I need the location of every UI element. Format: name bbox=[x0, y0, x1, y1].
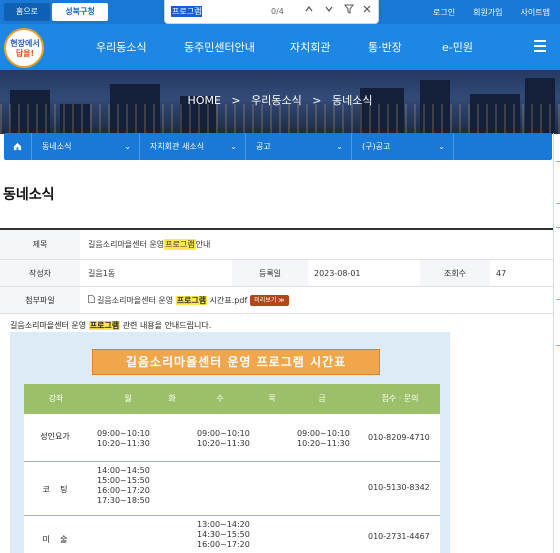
find-bar: 프로그램 0/4 bbox=[164, 0, 379, 24]
breadcrumb-news[interactable]: 우리동소식 bbox=[251, 94, 302, 107]
search-highlight: 프로그램 bbox=[164, 239, 196, 250]
post-title-prefix: 길음소리마을센터 운영 bbox=[88, 240, 165, 249]
schedule-table: 강좌 월 화 수 목 금 접수 · 문의 성인요가 09:00~10:10 10:… bbox=[24, 384, 440, 553]
nav-item-leaders[interactable]: 통·반장 bbox=[368, 39, 428, 55]
hamburger-icon[interactable] bbox=[534, 40, 546, 52]
preview-button[interactable]: 미리보기 ≫ bbox=[250, 294, 289, 306]
post-title-row: 제목 길음소리마을센터 운영 프로그램 안내 bbox=[0, 230, 553, 260]
post-title: 길음소리마을센터 운영 프로그램 안내 bbox=[88, 230, 548, 259]
site-logo[interactable]: 현장에서 답을! bbox=[4, 28, 44, 68]
chevron-down-icon: ⌄ bbox=[124, 142, 131, 151]
breadcrumb-separator: > bbox=[312, 94, 322, 107]
sub-nav: 동네소식 ⌄ 자치회관 새소식 ⌄ 공고 ⌄ (구)공고 ⌄ bbox=[4, 133, 552, 160]
breadcrumb-home[interactable]: HOME bbox=[188, 94, 221, 107]
schedule-times-wed: 09:00~10:10 10:20~11:30 bbox=[197, 429, 250, 448]
signup-link[interactable]: 회원가입 bbox=[473, 7, 502, 18]
subnav-label: 자치회관 새소식 bbox=[150, 142, 205, 151]
subnav-label: 동네소식 bbox=[42, 142, 72, 151]
date-label: 등록일 bbox=[232, 260, 308, 286]
sitemap-link[interactable]: 사이트맵 bbox=[521, 7, 550, 18]
breadcrumb-current: 동네소식 bbox=[331, 94, 373, 107]
attachment-value: 길음소리마을센터 운영 프로그램 시간표.pdf 미리보기 ≫ bbox=[88, 287, 548, 313]
subnav-dropdown-news[interactable]: 동네소식 ⌄ bbox=[32, 133, 140, 160]
nav-item-hall[interactable]: 자치회관 bbox=[290, 39, 350, 55]
chevron-down-icon: ⌄ bbox=[230, 142, 237, 151]
find-match-count: 0/4 bbox=[271, 7, 284, 16]
attachment-name-suffix: 시간표.pdf bbox=[207, 295, 248, 305]
login-link[interactable]: 로그인 bbox=[433, 7, 455, 18]
post-body-intro: 길음소리마을센터 운영 프로그램 관련 내용을 안내드립니다. bbox=[10, 320, 211, 331]
find-input[interactable]: 프로그램 bbox=[171, 6, 203, 17]
home-icon[interactable] bbox=[4, 133, 32, 160]
course-name: 미 술 bbox=[42, 535, 68, 544]
schedule-times-mon: 14:00~14:50 15:00~15:50 16:00~17:20 17:30~… bbox=[97, 466, 150, 505]
contact-phone: 010-8209-4710 bbox=[368, 433, 430, 442]
subnav-dropdown-notice[interactable]: 공고 ⌄ bbox=[246, 133, 352, 160]
schedule-times-wed: 13:00~14:20 14:30~15:50 16:00~17:20 bbox=[197, 520, 250, 549]
filter-icon[interactable] bbox=[341, 4, 357, 20]
schedule-times-fri: 09:00~10:10 10:20~11:30 bbox=[297, 429, 350, 448]
date-value: 2023-08-01 bbox=[314, 268, 361, 278]
header-contact: 접수 · 문의 bbox=[381, 394, 419, 403]
nav-item-center-info[interactable]: 동주민센터안내 bbox=[184, 39, 274, 55]
logo-line-1: 현장에서 bbox=[10, 39, 40, 48]
title-label: 제목 bbox=[0, 230, 80, 259]
author-label: 작성자 bbox=[0, 260, 80, 286]
subnav-dropdown-old-notice[interactable]: (구)공고 ⌄ bbox=[352, 133, 454, 160]
schedule-times-mon: 09:00~10:10 10:20~11:30 bbox=[97, 429, 150, 448]
contact-phone: 010-2731-4467 bbox=[368, 532, 430, 541]
header-thu: 목 bbox=[268, 394, 276, 403]
subnav-label: 공고 bbox=[256, 142, 271, 151]
post-meta-row: 작성자 길음1동 등록일 2023-08-01 조회수 47 bbox=[0, 260, 553, 287]
course-name: 성인요가 bbox=[40, 432, 70, 441]
nav-item-e-civil[interactable]: e-민원 bbox=[442, 39, 502, 55]
header-fri: 금 bbox=[318, 394, 326, 403]
schedule-title: 길음소리마을센터 운영 프로그램 시간표 bbox=[92, 349, 380, 375]
course-name: 코 팅 bbox=[42, 485, 68, 494]
breadcrumb: HOME > 우리동소식 > 동네소식 bbox=[0, 92, 560, 108]
views-label: 조회수 bbox=[420, 260, 490, 286]
intro-prefix: 길음소리마을센터 운영 bbox=[10, 321, 89, 330]
account-links: 로그인 회원가입 사이트맵 bbox=[433, 0, 550, 24]
chevron-down-icon[interactable] bbox=[321, 4, 337, 20]
page-title: 동네소식 bbox=[3, 187, 55, 203]
header-tue: 화 bbox=[168, 394, 176, 403]
hero-banner: HOME > 우리동소식 > 동네소식 bbox=[0, 70, 560, 134]
nav-item-news[interactable]: 우리동소식 bbox=[96, 39, 176, 55]
subnav-dropdown-hall-news[interactable]: 자치회관 새소식 ⌄ bbox=[140, 133, 246, 160]
schedule-image: 길음소리마을센터 운영 프로그램 시간표 강좌 월 화 수 목 금 접수 · 문… bbox=[10, 332, 450, 553]
views-value: 47 bbox=[496, 268, 507, 278]
district-office-link[interactable]: 성북구청 bbox=[52, 3, 108, 21]
schedule-header: 강좌 월 화 수 목 금 접수 · 문의 bbox=[24, 384, 440, 414]
search-highlight: 프로그램 bbox=[88, 321, 121, 330]
attachment-link[interactable]: 길음소리마을센터 운영 프로그램 시간표.pdf bbox=[97, 295, 247, 306]
post-title-suffix: 안내 bbox=[195, 240, 211, 249]
contact-phone: 010-5130-8342 bbox=[368, 483, 430, 492]
search-highlight: 프로그램 bbox=[175, 295, 208, 305]
find-scrollbar-markers[interactable] bbox=[553, 133, 560, 553]
home-link[interactable]: 홈으로 bbox=[4, 3, 50, 21]
chevron-up-icon[interactable] bbox=[301, 4, 317, 20]
close-icon[interactable] bbox=[359, 4, 375, 20]
author-value: 길음1동 bbox=[88, 268, 116, 278]
header-wed: 수 bbox=[216, 394, 224, 403]
logo-line-2: 답을! bbox=[15, 49, 35, 58]
intro-suffix: 관련 내용을 안내드립니다. bbox=[120, 321, 212, 330]
header-course: 강좌 bbox=[48, 394, 64, 403]
attachment-label: 첨부파일 bbox=[0, 287, 80, 313]
subnav-label: (구)공고 bbox=[362, 142, 391, 151]
chevron-down-icon: ⌄ bbox=[438, 142, 445, 151]
main-header: 현장에서 답을! 우리동소식 동주민센터안내 자치회관 통·반장 e-민원 bbox=[0, 24, 560, 70]
chevron-down-icon: ⌄ bbox=[336, 142, 343, 151]
attachment-name-prefix: 길음소리마을센터 운영 bbox=[97, 295, 176, 305]
post-attachment-row: 첨부파일 길음소리마을센터 운영 프로그램 시간표.pdf 미리보기 ≫ bbox=[0, 287, 553, 314]
file-icon bbox=[88, 295, 95, 305]
breadcrumb-separator: > bbox=[231, 94, 241, 107]
